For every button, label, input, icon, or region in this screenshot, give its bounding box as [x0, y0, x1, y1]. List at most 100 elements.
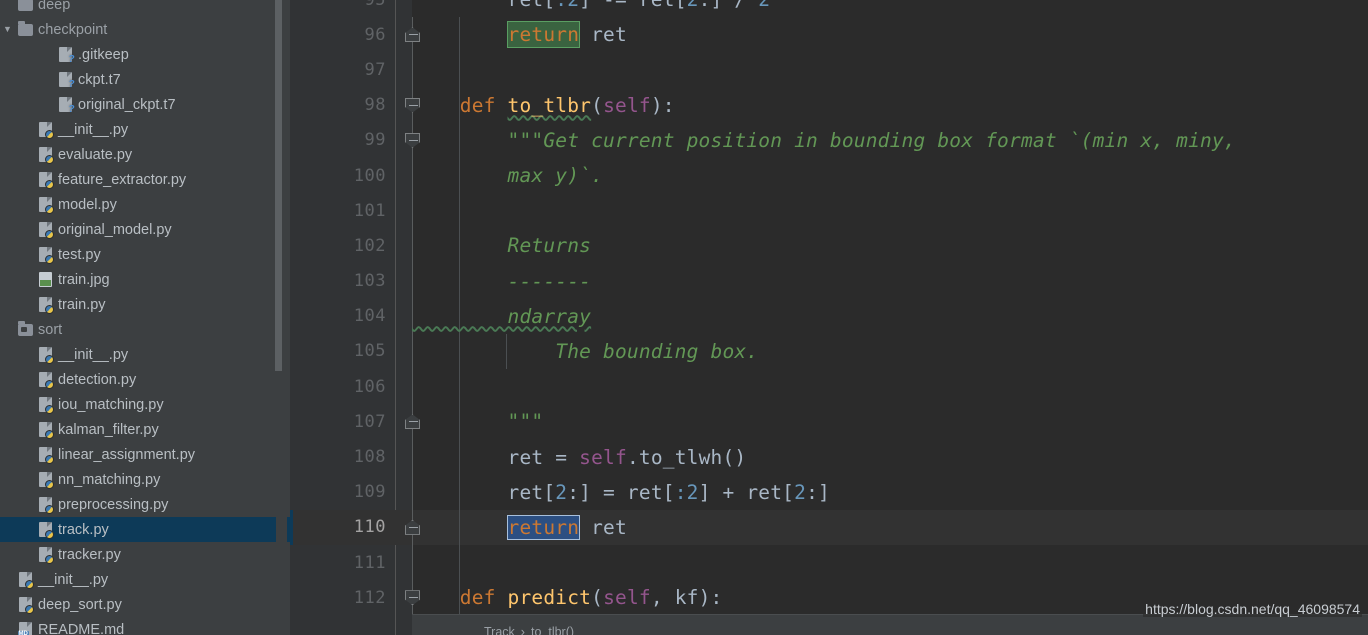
code-text[interactable]: def predict(self, kf):: [412, 580, 723, 615]
python-file-icon: [35, 197, 55, 214]
watermark-url: https://blog.csdn.net/qq_46098574: [1143, 601, 1362, 617]
python-file-icon: [35, 147, 55, 164]
tree-item-label: iou_matching.py: [58, 396, 164, 413]
code-text[interactable]: return ret: [412, 17, 627, 52]
editor-area[interactable]: 95 ret[:2] -= ret[2:] / 296 return ret97…: [290, 0, 1368, 635]
project-tool-window[interactable]: deep ▼ checkpoint? .gitkeep? ckpt.t7? origina…: [0, 0, 290, 635]
code-line-106[interactable]: 106: [290, 369, 1368, 405]
tree-item-deep-sort-py[interactable]: deep_sort.py: [0, 592, 290, 617]
code-token: ret: [579, 515, 627, 539]
code-line-104[interactable]: 104 ndarray: [290, 298, 1368, 334]
tree-item--init-py[interactable]: __init__.py: [0, 567, 290, 592]
code-line-111[interactable]: 111: [290, 545, 1368, 581]
code-text[interactable]: -------: [412, 264, 591, 299]
code-text[interactable]: """: [412, 404, 544, 439]
code-line-101[interactable]: 101: [290, 193, 1368, 229]
code-line-100[interactable]: 100 max y)`.: [290, 157, 1368, 194]
tree-item-test-py[interactable]: test.py: [0, 242, 290, 267]
code-text[interactable]: ret = self .to_tlwh(): [412, 439, 747, 474]
tree-item-label: train.py: [58, 296, 106, 313]
breadcrumb-class[interactable]: Track: [484, 625, 515, 635]
tree-item--init-py[interactable]: __init__.py: [0, 342, 290, 367]
code-token: """Get current position in bounding box …: [412, 128, 1236, 152]
tree-item-readme-md[interactable]: README.md: [0, 617, 290, 635]
code-text[interactable]: ret[2:] = ret[:2] + ret[2:]: [412, 475, 830, 510]
code-text[interactable]: max y)`.: [412, 158, 603, 193]
code-line-108[interactable]: 108 ret = self .to_tlwh(): [290, 439, 1368, 475]
code-line-102[interactable]: 102 Returns: [290, 228, 1368, 264]
code-token: self: [579, 445, 627, 469]
tree-item-track-py[interactable]: track.py: [0, 517, 290, 542]
tree-item-original-model-py[interactable]: original_model.py: [0, 217, 290, 242]
code-line-105[interactable]: 105 The bounding box.: [290, 333, 1368, 370]
sidebar-scrollbar-track[interactable]: [275, 0, 287, 635]
code-text[interactable]: The bounding box.: [412, 334, 758, 369]
code-token: ] + ret[: [698, 480, 795, 504]
indent-guide: [458, 52, 460, 88]
code-line-98[interactable]: 98 def to_tlbr(self):: [290, 87, 1368, 123]
tree-item-evaluate-py[interactable]: evaluate.py: [0, 142, 290, 167]
tree-item-iou-matching-py[interactable]: iou_matching.py: [0, 392, 290, 417]
tree-item-sort[interactable]: sort: [0, 317, 290, 342]
fold-column[interactable]: [396, 52, 429, 88]
line-number: 100: [353, 165, 386, 186]
code-lines[interactable]: 95 ret[:2] -= ret[2:] / 296 return ret97…: [290, 0, 1368, 616]
tree-item-tracker-py[interactable]: tracker.py: [0, 542, 290, 567]
tree-item-train-jpg[interactable]: train.jpg: [0, 267, 290, 292]
code-token: def: [459, 586, 508, 610]
code-line-110[interactable]: 110 return ret: [290, 509, 1368, 545]
tree-item-original-ckpt-t7[interactable]: ? original_ckpt.t7: [0, 92, 290, 117]
tree-item-deep[interactable]: deep: [0, 0, 290, 17]
code-token: :] /: [699, 0, 759, 11]
project-tree[interactable]: deep ▼ checkpoint? .gitkeep? ckpt.t7? origina…: [0, 0, 290, 635]
tree-item-detection-py[interactable]: detection.py: [0, 367, 290, 392]
fold-column[interactable]: [396, 369, 429, 405]
code-line-96[interactable]: 96 return ret: [290, 17, 1368, 53]
line-number: 111: [353, 552, 386, 573]
code-token: , kf: [650, 586, 699, 610]
tree-item-kalman-filter-py[interactable]: kalman_filter.py: [0, 417, 290, 442]
tree-item-model-py[interactable]: model.py: [0, 192, 290, 217]
fold-column[interactable]: [396, 193, 429, 229]
expand-arrow-icon[interactable]: ▼: [0, 25, 15, 34]
code-text[interactable]: ret[:2] -= ret[2:] / 2: [412, 0, 771, 17]
tree-item-label: train.jpg: [58, 271, 110, 288]
code-text[interactable]: ndarray: [412, 299, 591, 334]
tree-item-preprocessing-py[interactable]: preprocessing.py: [0, 492, 290, 517]
code-line-103[interactable]: 103 -------: [290, 263, 1368, 299]
code-line-99[interactable]: 99 """Get current position in bounding b…: [290, 122, 1368, 158]
code-token: Returns: [412, 234, 592, 258]
code-text[interactable]: Returns: [412, 228, 591, 263]
code-text[interactable]: def to_tlbr(self):: [412, 88, 675, 123]
code-token: ):: [698, 586, 723, 610]
breadcrumb-separator-icon: ›: [520, 625, 525, 635]
tree-item-train-py[interactable]: train.py: [0, 292, 290, 317]
code-text[interactable]: return ret: [412, 510, 627, 545]
tree-item-feature-extractor-py[interactable]: feature_extractor.py: [0, 167, 290, 192]
tree-item-linear-assignment-py[interactable]: linear_assignment.py: [0, 442, 290, 467]
tree-item--init-py[interactable]: __init__.py: [0, 117, 290, 142]
tree-item-checkpoint[interactable]: ▼ checkpoint: [0, 17, 290, 42]
tree-item-ckpt-t7[interactable]: ? ckpt.t7: [0, 67, 290, 92]
code-text[interactable]: """Get current position in bounding box …: [412, 123, 1236, 158]
code-line-95[interactable]: 95 ret[:2] -= ret[2:] / 2: [290, 0, 1368, 17]
code-line-97[interactable]: 97: [290, 52, 1368, 88]
tree-item-label: original_model.py: [58, 221, 172, 238]
code-line-107[interactable]: 107 """: [290, 404, 1368, 440]
fold-column[interactable]: [396, 545, 429, 581]
tree-item--gitkeep[interactable]: ? .gitkeep: [0, 42, 290, 67]
folder-icon: [15, 20, 35, 36]
tree-item-label: README.md: [38, 621, 125, 635]
breadcrumb-method[interactable]: to_tlbr(): [531, 625, 574, 635]
line-number: 112: [353, 587, 386, 608]
tree-item-label: deep_sort.py: [38, 596, 122, 613]
breadcrumb[interactable]: Track › to_tlbr(): [412, 615, 1368, 635]
code-token: def: [459, 93, 508, 117]
source-folder-icon: [15, 320, 35, 336]
code-line-109[interactable]: 109 ret[2:] = ret[:2] + ret[2:]: [290, 474, 1368, 510]
line-number: 108: [353, 447, 386, 468]
tree-item-nn-matching-py[interactable]: nn_matching.py: [0, 467, 290, 492]
sidebar-scrollbar-thumb[interactable]: [275, 0, 282, 371]
